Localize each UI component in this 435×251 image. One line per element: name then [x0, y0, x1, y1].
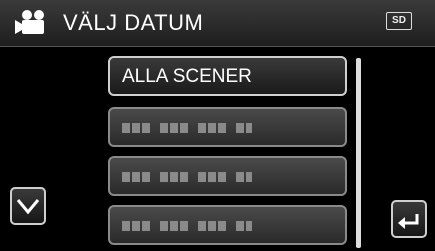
date-list-item[interactable]: [108, 107, 347, 147]
scrollbar[interactable]: [356, 58, 361, 248]
date-placeholder: [122, 123, 252, 133]
chevron-down-icon: [16, 199, 40, 215]
header-bar: VÄLJ DATUM SD: [0, 0, 435, 47]
date-list-item[interactable]: [108, 205, 347, 245]
sd-card-badge: SD: [386, 12, 412, 30]
list-item-all-scenes[interactable]: ALLA SCENER: [108, 56, 347, 96]
page-title: VÄLJ DATUM: [63, 10, 204, 35]
back-button[interactable]: [391, 200, 427, 238]
date-placeholder: [122, 172, 252, 182]
list-item-label: ALLA SCENER: [122, 66, 252, 87]
scroll-down-button[interactable]: [10, 187, 46, 225]
date-placeholder: [122, 221, 252, 231]
date-list-item[interactable]: [108, 156, 347, 196]
video-camera-icon: [15, 10, 44, 34]
return-arrow-icon: [398, 214, 419, 229]
